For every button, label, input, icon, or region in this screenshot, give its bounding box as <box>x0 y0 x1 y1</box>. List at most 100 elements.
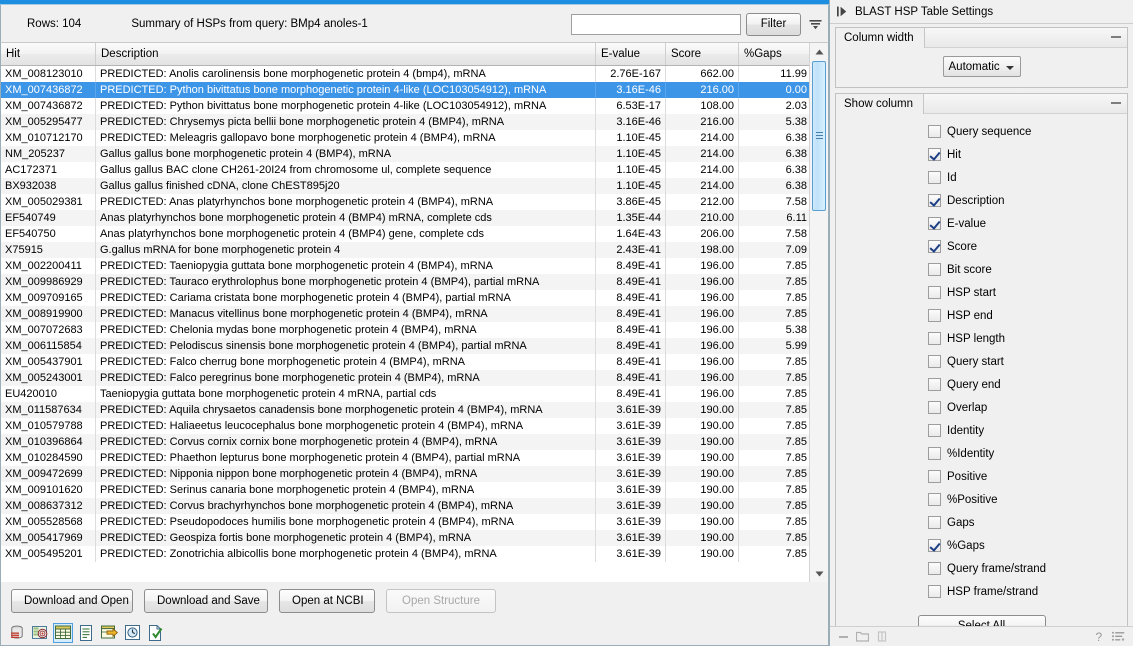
checkbox-icon[interactable] <box>928 355 941 368</box>
text-view-icon[interactable] <box>76 623 96 643</box>
checkbox-icon[interactable] <box>928 240 941 253</box>
table-row[interactable]: XM_005243001PREDICTED: Falco peregrinus … <box>1 370 811 386</box>
show-column-row-hsp-frame-strand[interactable]: HSP frame/strand <box>836 580 1127 603</box>
table-row[interactable]: XM_008123010PREDICTED: Anolis carolinens… <box>1 66 811 82</box>
show-column-row--identity[interactable]: %Identity <box>836 442 1127 465</box>
table-row[interactable]: XM_005495201PREDICTED: Zonotrichia albic… <box>1 546 811 562</box>
checkbox-icon[interactable] <box>928 125 941 138</box>
column-header-evalue[interactable]: E-value <box>596 43 666 65</box>
show-column-row--gaps[interactable]: %Gaps <box>836 534 1127 557</box>
checkbox-icon[interactable] <box>928 378 941 391</box>
checkbox-icon[interactable] <box>928 470 941 483</box>
table-row[interactable]: XM_009472699PREDICTED: Nipponia nippon b… <box>1 466 811 482</box>
table-row[interactable]: XM_005437901PREDICTED: Falco cherrug bon… <box>1 354 811 370</box>
element-info-icon[interactable] <box>145 623 165 643</box>
database-icon[interactable] <box>7 623 27 643</box>
table-row[interactable]: XM_010396864PREDICTED: Corvus cornix cor… <box>1 434 811 450</box>
show-column-row-identity[interactable]: Identity <box>836 419 1127 442</box>
show-column-row-id[interactable]: Id <box>836 166 1127 189</box>
show-column-row-overlap[interactable]: Overlap <box>836 396 1127 419</box>
scroll-up-arrow-icon[interactable] <box>810 43 828 60</box>
export-table-icon[interactable] <box>99 623 119 643</box>
show-column-row-e-value[interactable]: E-value <box>836 212 1127 235</box>
show-column-row-query-start[interactable]: Query start <box>836 350 1127 373</box>
column-width-select[interactable]: Automatic <box>943 56 1021 77</box>
folder-icon[interactable] <box>856 631 869 642</box>
download-and-save-button[interactable]: Download and Save <box>144 589 268 613</box>
history-icon[interactable] <box>122 623 142 643</box>
checkbox-icon[interactable] <box>928 263 941 276</box>
checkbox-icon[interactable] <box>928 401 941 414</box>
table-row[interactable]: XM_009101620PREDICTED: Serinus canaria b… <box>1 482 811 498</box>
checkbox-icon[interactable] <box>928 171 941 184</box>
filter-button[interactable]: Filter <box>746 13 801 36</box>
table-row[interactable]: XM_007072683PREDICTED: Chelonia mydas bo… <box>1 322 811 338</box>
show-column-group-header[interactable]: Show column <box>836 94 1127 114</box>
show-column-row-query-frame-strand[interactable]: Query frame/strand <box>836 557 1127 580</box>
expand-panel-icon[interactable] <box>837 6 848 17</box>
filter-input[interactable] <box>571 14 741 35</box>
column-header-score[interactable]: Score <box>666 43 739 65</box>
table-row[interactable]: X75915G.gallus mRNA for bone morphogenet… <box>1 242 811 258</box>
column-width-group-header[interactable]: Column width <box>836 28 1127 48</box>
table-row[interactable]: XM_010579788PREDICTED: Haliaeetus leucoc… <box>1 418 811 434</box>
table-row[interactable]: XM_010712170PREDICTED: Meleagris gallopa… <box>1 130 811 146</box>
table-row[interactable]: XM_006115854PREDICTED: Pelodiscus sinens… <box>1 338 811 354</box>
table-row[interactable]: XM_009986929PREDICTED: Tauraco erythrolo… <box>1 274 811 290</box>
split-view-icon[interactable] <box>876 631 888 642</box>
download-and-open-button[interactable]: Download and Open <box>11 589 133 613</box>
table-row[interactable]: XM_002200411PREDICTED: Taeniopygia gutta… <box>1 258 811 274</box>
table-row[interactable]: XM_011587634PREDICTED: Aquila chrysaetos… <box>1 402 811 418</box>
checkbox-icon[interactable] <box>928 217 941 230</box>
select-all-button[interactable]: Select All <box>918 615 1046 626</box>
table-row[interactable]: EU420010Taeniopygia guttata bone morphog… <box>1 386 811 402</box>
table-vertical-scrollbar[interactable] <box>809 43 828 582</box>
table-row[interactable]: EF540750Anas platyrhynchos bone morphoge… <box>1 226 811 242</box>
checkbox-icon[interactable] <box>928 562 941 575</box>
blast-target-icon[interactable] <box>30 623 50 643</box>
table-row[interactable]: XM_008919900PREDICTED: Manacus vitellinu… <box>1 306 811 322</box>
help-icon[interactable]: ? <box>1094 630 1105 643</box>
checkbox-icon[interactable] <box>928 447 941 460</box>
show-column-row-query-sequence[interactable]: Query sequence <box>836 120 1127 143</box>
checkbox-icon[interactable] <box>928 516 941 529</box>
column-header-gaps[interactable]: %Gaps <box>739 43 811 65</box>
checkbox-icon[interactable] <box>928 194 941 207</box>
collapse-icon[interactable] <box>1111 102 1121 105</box>
checkbox-icon[interactable] <box>928 585 941 598</box>
table-row[interactable]: XM_005295477PREDICTED: Chrysemys picta b… <box>1 114 811 130</box>
table-row[interactable]: XM_005417969PREDICTED: Geospiza fortis b… <box>1 530 811 546</box>
show-column-row-score[interactable]: Score <box>836 235 1127 258</box>
open-at-ncbi-button[interactable]: Open at NCBI <box>279 589 375 613</box>
table-row[interactable]: NM_205237Gallus gallus bone morphogeneti… <box>1 146 811 162</box>
checkbox-icon[interactable] <box>928 332 941 345</box>
table-row[interactable]: XM_005029381PREDICTED: Anas platyrhyncho… <box>1 194 811 210</box>
show-column-row-hsp-length[interactable]: HSP length <box>836 327 1127 350</box>
checkbox-icon[interactable] <box>928 493 941 506</box>
checkbox-icon[interactable] <box>928 424 941 437</box>
show-column-row--positive[interactable]: %Positive <box>836 488 1127 511</box>
table-row[interactable]: XM_008637312PREDICTED: Corvus brachyrhyn… <box>1 498 811 514</box>
table-row[interactable]: XM_007436872PREDICTED: Python bivittatus… <box>1 82 811 98</box>
show-column-row-bit-score[interactable]: Bit score <box>836 258 1127 281</box>
minimize-icon[interactable] <box>838 631 849 642</box>
scrollbar-thumb[interactable] <box>812 61 826 211</box>
scroll-down-arrow-icon[interactable] <box>810 565 828 582</box>
column-header-description[interactable]: Description <box>96 43 596 65</box>
table-row[interactable]: AC172371Gallus gallus BAC clone CH261-20… <box>1 162 811 178</box>
table-row[interactable]: BX932038Gallus gallus finished cDNA, clo… <box>1 178 811 194</box>
checkbox-icon[interactable] <box>928 539 941 552</box>
filter-menu-icon[interactable] <box>806 11 824 37</box>
show-column-row-gaps[interactable]: Gaps <box>836 511 1127 534</box>
table-row[interactable]: EF540749Anas platyrhynchos bone morphoge… <box>1 210 811 226</box>
show-column-row-query-end[interactable]: Query end <box>836 373 1127 396</box>
checkbox-icon[interactable] <box>928 148 941 161</box>
show-column-row-hsp-end[interactable]: HSP end <box>836 304 1127 327</box>
show-column-row-positive[interactable]: Positive <box>836 465 1127 488</box>
column-header-hit[interactable]: Hit <box>1 43 96 65</box>
collapse-icon[interactable] <box>1111 36 1121 39</box>
table-row[interactable]: XM_010284590PREDICTED: Phaethon lepturus… <box>1 450 811 466</box>
show-column-row-hsp-start[interactable]: HSP start <box>836 281 1127 304</box>
show-column-row-hit[interactable]: Hit <box>836 143 1127 166</box>
table-row[interactable]: XM_005528568PREDICTED: Pseudopodoces hum… <box>1 514 811 530</box>
